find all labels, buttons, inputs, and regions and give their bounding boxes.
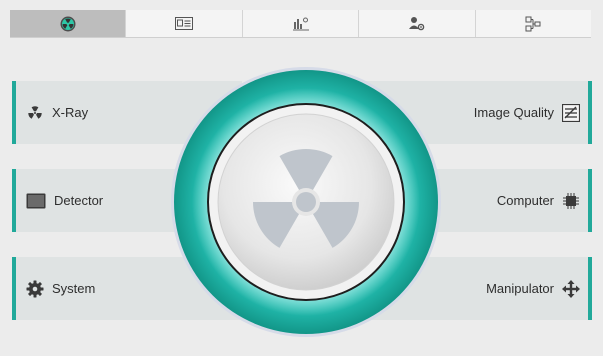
radiation-tab-icon: [60, 16, 76, 32]
chip-icon: [562, 192, 580, 210]
chart-tab-icon: [292, 17, 309, 31]
system-panel-label: System: [52, 281, 96, 296]
move-arrows-icon: [562, 279, 580, 298]
top-tab-bar: [10, 10, 591, 38]
tab-xray-overview[interactable]: [10, 10, 127, 37]
user-settings-tab-icon: [408, 16, 425, 31]
id-card-tab-icon: [175, 17, 194, 30]
computer-panel-label: Computer: [496, 193, 554, 208]
tab-id-card[interactable]: [126, 10, 243, 37]
image-quality-icon: [562, 103, 580, 122]
network-tab-icon: [525, 16, 541, 32]
xray-dial[interactable]: [170, 66, 442, 338]
tab-network[interactable]: [476, 10, 591, 37]
xray-panel-label: X-Ray: [52, 105, 89, 120]
radiation-icon: [26, 104, 44, 122]
monitor-icon: [26, 193, 46, 209]
image-quality-panel-label: Image Quality: [473, 105, 554, 120]
tab-user-settings[interactable]: [359, 10, 476, 37]
manipulator-panel-label: Manipulator: [486, 281, 554, 296]
tab-chart[interactable]: [243, 10, 360, 37]
gear-icon: [26, 280, 44, 298]
detector-panel-label: Detector: [54, 193, 104, 208]
